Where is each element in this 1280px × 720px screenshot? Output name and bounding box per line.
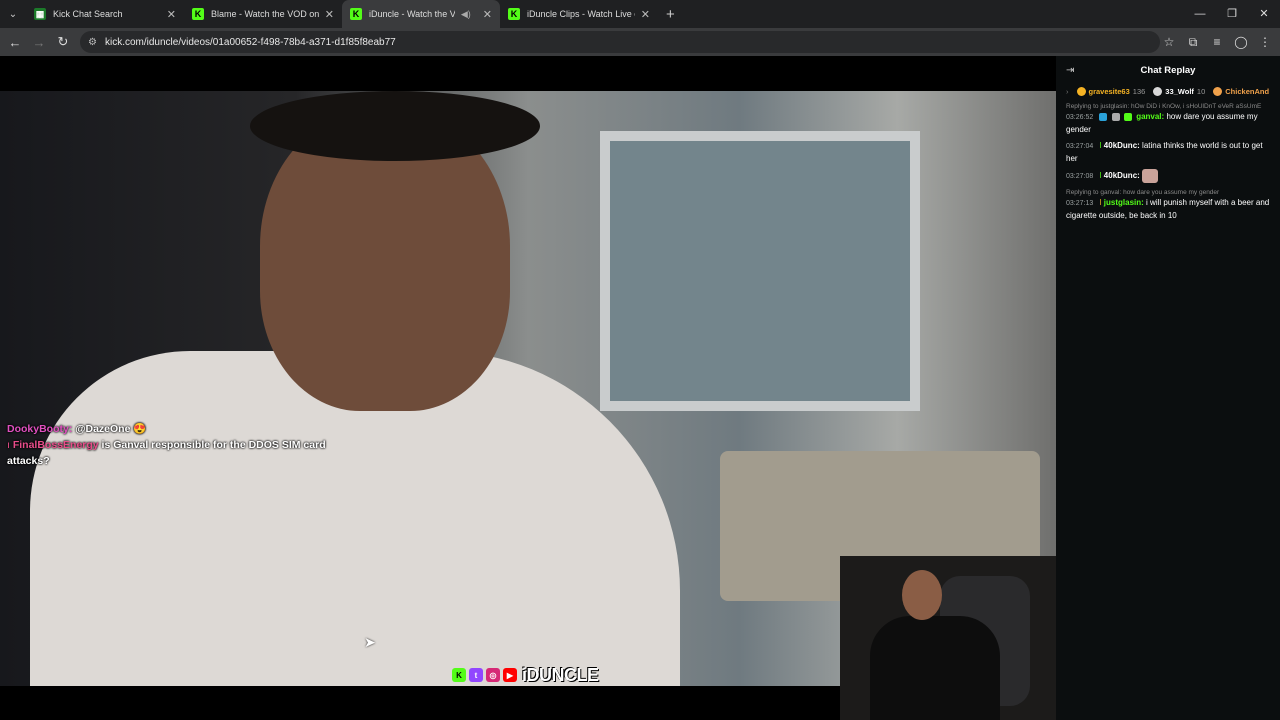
- kick-favicon-icon: K: [350, 8, 362, 20]
- tab-title: iDuncle - Watch the VOD o: [369, 9, 455, 19]
- chat-message: Replying to ganval: how dare you assume …: [1066, 188, 1270, 221]
- close-icon[interactable]: ✕: [483, 8, 492, 21]
- url-text[interactable]: kick.com/iduncle/videos/01a00652-f498-78…: [105, 37, 396, 48]
- chat-message: 03:27:08 ǀ 40kDunc:: [1066, 169, 1270, 183]
- youtube-logo-icon: ▶: [503, 668, 517, 682]
- message-user[interactable]: ganval:: [1136, 112, 1164, 121]
- close-icon[interactable]: ✕: [325, 8, 334, 21]
- message-user[interactable]: 40kDunc:: [1104, 141, 1140, 150]
- streamer-name: iDUNCLE: [522, 664, 599, 685]
- extensions-icon[interactable]: ⧉: [1186, 35, 1200, 50]
- forward-icon[interactable]: →: [27, 35, 51, 50]
- tab-iduncle-clips[interactable]: K iDuncle Clips - Watch Live on K ✕: [500, 0, 658, 28]
- toolbar-actions: ☆ ⧉ ≡ ◯ ⋮: [1162, 28, 1272, 56]
- message-time: 03:27:08: [1066, 173, 1094, 181]
- chat-message: Replying to justglasin: hOw DiD i KnOw, …: [1066, 102, 1270, 135]
- collapse-chat-icon[interactable]: ⇥: [1066, 65, 1074, 76]
- close-icon[interactable]: ✕: [167, 8, 176, 21]
- message-time: 03:26:52: [1066, 114, 1094, 121]
- overlay-chat-user: DookyBooty:: [7, 423, 73, 435]
- chat-message-list: Replying to justglasin: hOw DiD i KnOw, …: [1056, 98, 1280, 221]
- gifter-name: 33_Wolf: [1165, 86, 1194, 96]
- chat-header: ⇥ Chat Replay: [1056, 56, 1280, 84]
- profile-icon[interactable]: ◯: [1234, 35, 1248, 49]
- kick-favicon-icon: ▦: [34, 8, 46, 20]
- gifter-name: gravesite63: [1088, 86, 1130, 96]
- chat-replay-panel: ⇥ Chat Replay › gravesite63 136 33_Wolf …: [1056, 56, 1280, 720]
- kick-favicon-icon: K: [192, 8, 204, 20]
- reply-context: Replying to justglasin: hOw DiD i KnOw, …: [1066, 103, 1262, 110]
- tab-iduncle-vod[interactable]: K iDuncle - Watch the VOD o ◀) ✕: [342, 0, 500, 28]
- video-player[interactable]: DookyBooty: @DazeOne 😍 ı FinalBossEnergy…: [0, 56, 1056, 720]
- instagram-logo-icon: ◎: [486, 668, 500, 682]
- scroll-left-icon[interactable]: ›: [1066, 87, 1069, 96]
- message-text: latina thinks the world is out to get he…: [1066, 141, 1263, 163]
- message-time: 03:27:04: [1066, 143, 1094, 150]
- tab-bar: ⌄ ▦ Kick Chat Search ✕ K Blame - Watch t…: [0, 0, 1280, 28]
- gifter-item[interactable]: 33_Wolf 10: [1153, 86, 1206, 96]
- tab-title: Kick Chat Search: [53, 9, 123, 19]
- vip-badge-icon: [1123, 112, 1132, 121]
- gifter-item[interactable]: gravesite63 136: [1076, 86, 1146, 96]
- reload-icon[interactable]: ↻: [51, 34, 75, 50]
- restore-icon[interactable]: ❐: [1216, 0, 1248, 28]
- webcam-overlay: [840, 556, 1056, 720]
- tab-blame-vod[interactable]: K Blame - Watch the VOD on Kick ✕: [184, 0, 342, 28]
- close-window-icon[interactable]: ✕: [1248, 0, 1280, 28]
- speaker-icon[interactable]: ◀): [461, 9, 471, 20]
- message-text: i will punish myself with a beer and cig…: [1066, 198, 1270, 220]
- chat-message: 03:27:04 ǀ 40kDunc: latina thinks the wo…: [1066, 140, 1270, 164]
- mouse-cursor-icon: ➤: [364, 634, 376, 650]
- menu-icon[interactable]: ⋮: [1258, 35, 1272, 49]
- badge-icon: ı: [7, 439, 10, 451]
- gifter-badge-icon: [1213, 86, 1223, 96]
- twitch-logo-icon: t: [469, 668, 483, 682]
- mod-badge-icon: [1111, 112, 1120, 121]
- badge-icon: ǀ: [1099, 171, 1102, 181]
- message-user[interactable]: justglasin:: [1104, 198, 1144, 207]
- tab-search-chevron-icon[interactable]: ⌄: [0, 0, 26, 28]
- browser-toolbar: ← → ↻ ⚙ kick.com/iduncle/videos/01a00652…: [0, 28, 1280, 56]
- sub-badge-icon: [1099, 112, 1108, 121]
- top-gifters-bar[interactable]: › gravesite63 136 33_Wolf 10 ChickenAnd: [1056, 84, 1280, 98]
- overlay-chat-user: FinalBossEnergy: [12, 439, 99, 451]
- tab-title: iDuncle Clips - Watch Live on K: [527, 9, 635, 19]
- badge-icon: ǀ: [1099, 141, 1102, 150]
- overlay-chat-line: DookyBooty: @DazeOne 😍: [7, 421, 337, 437]
- message-time: 03:27:13: [1066, 200, 1094, 207]
- gifter-badge-icon: [1153, 86, 1163, 96]
- site-info-icon[interactable]: ⚙: [88, 37, 97, 48]
- overlay-chat-text: @DazeOne 😍: [75, 423, 147, 435]
- kick-logo-icon: K: [452, 668, 466, 682]
- new-tab-icon[interactable]: +: [666, 6, 675, 23]
- tab-title: Blame - Watch the VOD on Kick: [211, 9, 319, 19]
- kick-favicon-icon: K: [508, 8, 520, 20]
- close-icon[interactable]: ✕: [641, 8, 650, 21]
- stream-chat-overlay: DookyBooty: @DazeOne 😍 ı FinalBossEnergy…: [7, 421, 337, 469]
- message-user[interactable]: 40kDunc:: [1104, 171, 1140, 180]
- window-controls: — ❐ ✕: [1184, 0, 1280, 28]
- back-icon[interactable]: ←: [3, 35, 27, 50]
- minimize-icon[interactable]: —: [1184, 0, 1216, 28]
- overlay-chat-line: ı FinalBossEnergy is Ganval responsible …: [7, 437, 337, 469]
- gifter-name: ChickenAnd: [1225, 86, 1270, 96]
- media-control-icon[interactable]: ≡: [1210, 35, 1224, 49]
- bookmark-star-icon[interactable]: ☆: [1162, 35, 1176, 49]
- gifter-count: 10: [1196, 86, 1206, 96]
- reply-context: Replying to ganval: how dare you assume …: [1066, 189, 1220, 196]
- streamer-brand-bar: K t ◎ ▶ iDUNCLE: [452, 664, 599, 686]
- face-emote-icon: [1142, 169, 1159, 183]
- gifter-count: 136: [1132, 86, 1146, 96]
- badge-icon: ǀ: [1099, 198, 1102, 207]
- address-bar[interactable]: ⚙ kick.com/iduncle/videos/01a00652-f498-…: [80, 31, 1160, 53]
- tab-kick-chat-search[interactable]: ▦ Kick Chat Search ✕: [26, 0, 184, 28]
- chat-title: Chat Replay: [1140, 64, 1196, 76]
- gifter-badge-icon: [1076, 86, 1086, 96]
- streamer-figure: [30, 91, 680, 686]
- gifter-item[interactable]: ChickenAnd: [1213, 86, 1270, 96]
